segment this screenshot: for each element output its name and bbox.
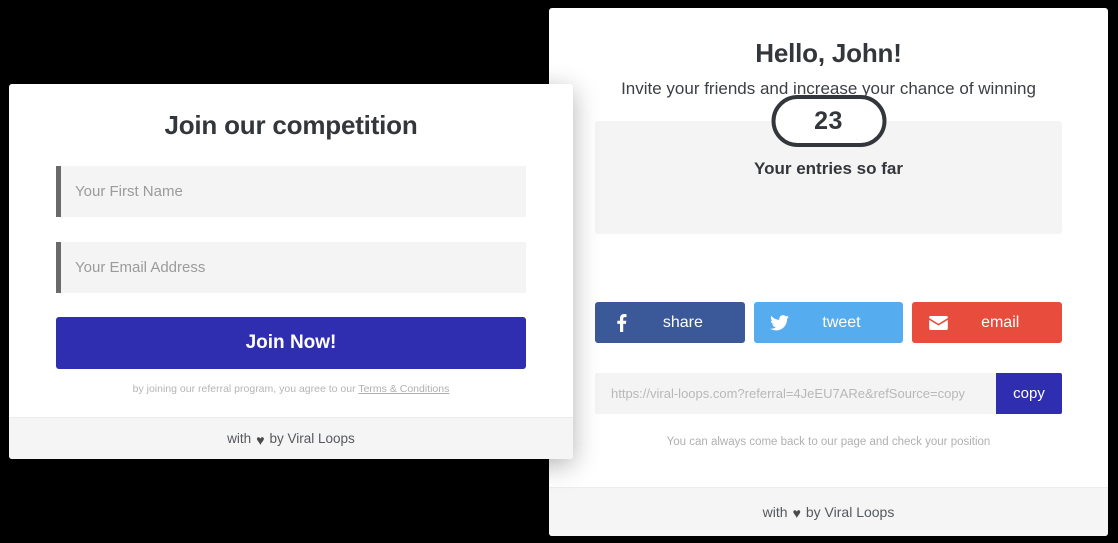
dashboard-body: Hello, John! Invite your friends and inc… <box>549 8 1108 448</box>
dashboard-greeting-title: Hello, John! <box>755 38 902 68</box>
entries-label: Your entries so far <box>754 159 903 178</box>
referral-url-row: copy <box>595 373 1062 414</box>
dashboard-note: You can always come back to our page and… <box>666 436 991 448</box>
email-field[interactable] <box>56 242 526 293</box>
first-name-field[interactable] <box>56 166 526 217</box>
dashboard-footer: with ♥ by Viral Loops <box>549 487 1108 536</box>
dashboard-footer-suffix: by Viral Loops <box>805 504 895 520</box>
terms-disclaimer: by joining our referral program, you agr… <box>56 383 526 395</box>
dashboard-footer-prefix: with <box>762 504 788 520</box>
entries-count-badge: 23 <box>771 95 886 147</box>
social-share-row: share tweet email <box>595 302 1063 343</box>
signup-title: Join our competition <box>164 110 418 140</box>
terms-and-conditions-link[interactable]: Terms & Conditions <box>358 383 449 395</box>
screenshot-stage: Hello, John! Invite your friends and inc… <box>0 0 1118 543</box>
envelope-icon <box>928 313 948 333</box>
signup-body: Join our competition Join Now! by joinin… <box>9 84 573 395</box>
signup-footer-prefix: with <box>227 431 252 446</box>
twitter-icon <box>770 313 790 333</box>
terms-disclaimer-text: by joining our referral program, you agr… <box>132 383 359 395</box>
twitter-share-button[interactable]: tweet <box>753 302 904 343</box>
join-now-button[interactable]: Join Now! <box>56 317 526 369</box>
facebook-share-button[interactable]: share <box>595 302 745 343</box>
referral-url-input[interactable] <box>595 373 996 414</box>
referral-dashboard-card: Hello, John! Invite your friends and inc… <box>549 8 1108 536</box>
signup-footer-suffix: by Viral Loops <box>269 431 355 446</box>
copy-referral-url-button[interactable]: copy <box>996 373 1062 414</box>
heart-icon: ♥ <box>256 431 265 448</box>
entries-count-value: 23 <box>814 106 843 135</box>
facebook-icon <box>611 313 631 333</box>
heart-icon: ♥ <box>792 505 801 521</box>
first-name-input[interactable] <box>61 183 526 200</box>
signup-footer: with ♥ by Viral Loops <box>9 417 573 459</box>
signup-form-card: Join our competition Join Now! by joinin… <box>9 84 573 459</box>
email-input[interactable] <box>61 259 526 276</box>
email-share-button[interactable]: email <box>912 302 1063 343</box>
